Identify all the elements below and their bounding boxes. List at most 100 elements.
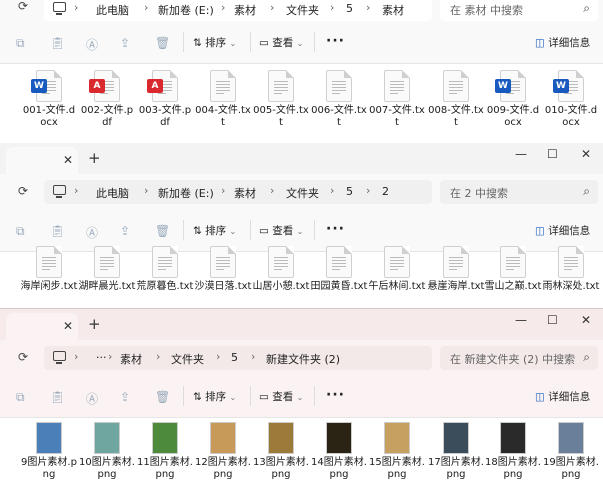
breadcrumb-item[interactable]: 新加卷 (E:)	[158, 185, 214, 201]
tab[interactable]: ✕	[6, 147, 78, 174]
breadcrumb-item[interactable]: 素材	[382, 2, 404, 18]
breadcrumb-item[interactable]: 5	[231, 351, 238, 364]
breadcrumb-item[interactable]: 2	[382, 185, 389, 198]
refresh-icon[interactable]: ⟳	[18, 0, 28, 13]
text-file-icon	[268, 70, 294, 102]
breadcrumb[interactable]: › 此电脑 › 新加卷 (E:) › 素材 › 文件夹 › 5 › 素材	[44, 0, 432, 21]
refresh-icon[interactable]: ⟳	[18, 350, 28, 364]
paste-icon[interactable]: 📋︎	[50, 224, 65, 238]
minimize-icon[interactable]: —	[515, 147, 527, 161]
file-item[interactable]: 悬崖海岸.txt	[427, 246, 485, 293]
file-item[interactable]: 12图片素材.png	[194, 422, 252, 481]
search-input[interactable]: 在 2 中搜索 ⌕	[440, 180, 598, 204]
breadcrumb[interactable]: › ··· › 素材 › 文件夹 › 5 › 新建文件夹 (2)	[44, 346, 432, 370]
close-window-icon[interactable]: ✕	[581, 147, 591, 161]
file-item[interactable]: 海岸闲步.txt	[20, 246, 78, 293]
file-item[interactable]: 沙漠日落.txt	[194, 246, 252, 293]
breadcrumb-overflow[interactable]: ···	[96, 351, 107, 364]
rename-icon[interactable]: Ⓐ	[86, 224, 98, 241]
text-file-icon	[152, 246, 178, 278]
more-options-icon[interactable]: ···	[326, 221, 345, 237]
file-item[interactable]: 005-文件.txt	[252, 70, 310, 129]
breadcrumb-item[interactable]: 此电脑	[96, 2, 129, 18]
search-input[interactable]: 在 素材 中搜索 ⌕	[440, 0, 598, 21]
delete-icon[interactable]: 🗑︎	[155, 224, 170, 238]
sort-button[interactable]: ⇅ 排序 ⌄	[193, 35, 236, 50]
breadcrumb-item[interactable]: 新加卷 (E:)	[158, 2, 214, 18]
file-item[interactable]: 18图片素材.png	[484, 422, 542, 481]
rename-icon[interactable]: Ⓐ	[86, 390, 98, 407]
maximize-icon[interactable]: ☐	[547, 313, 558, 327]
breadcrumb-item[interactable]: 此电脑	[96, 185, 129, 201]
file-item[interactable]: 雨林深处.txt	[542, 246, 600, 293]
share-icon[interactable]: ⇪	[120, 36, 130, 50]
copy-icon[interactable]: ⧉	[16, 390, 25, 405]
file-item[interactable]: W 010-文件.docx	[542, 70, 600, 129]
share-icon[interactable]: ⇪	[120, 390, 130, 404]
breadcrumb-item[interactable]: 素材	[120, 351, 142, 367]
sort-button[interactable]: ⇅ 排序 ⌄	[193, 223, 236, 238]
breadcrumb-item[interactable]: 文件夹	[171, 351, 204, 367]
file-item[interactable]: A 002-文件.pdf	[78, 70, 136, 129]
view-button[interactable]: ▭ 查看 ⌄	[259, 35, 303, 50]
paste-icon[interactable]: 📋︎	[50, 390, 65, 404]
details-pane-button[interactable]: ◫ 详细信息	[535, 35, 590, 50]
close-tab-icon[interactable]: ✕	[63, 319, 73, 333]
file-item[interactable]: 008-文件.txt	[427, 70, 485, 129]
maximize-icon[interactable]: ☐	[547, 147, 558, 161]
delete-icon[interactable]: 🗑︎	[155, 390, 170, 404]
breadcrumb-item[interactable]: 素材	[234, 2, 256, 18]
view-button[interactable]: ▭ 查看 ⌄	[259, 223, 303, 238]
file-item[interactable]: 午后林间.txt	[368, 246, 426, 293]
file-item[interactable]: 15图片素材.png	[368, 422, 426, 481]
copy-icon[interactable]: ⧉	[16, 36, 25, 51]
close-tab-icon[interactable]: ✕	[63, 153, 73, 167]
refresh-icon[interactable]: ⟳	[18, 184, 28, 198]
details-pane-button[interactable]: ◫ 详细信息	[535, 389, 590, 404]
file-item[interactable]: A 003-文件.pdf	[136, 70, 194, 129]
sort-button[interactable]: ⇅ 排序 ⌄	[193, 389, 236, 404]
file-item[interactable]: 10图片素材.png	[78, 422, 136, 481]
file-item[interactable]: W 001-文件.docx	[20, 70, 78, 129]
minimize-icon[interactable]: —	[515, 313, 527, 327]
file-item[interactable]: 14图片素材.png	[310, 422, 368, 481]
search-input[interactable]: 在 新建文件夹 (2) 中搜索 ⌕	[440, 346, 598, 370]
file-item[interactable]: 11图片素材.png	[136, 422, 194, 481]
file-item[interactable]: 006-文件.txt	[310, 70, 368, 129]
new-tab-icon[interactable]: +	[88, 149, 101, 167]
file-name: 15图片素材.png	[369, 457, 425, 480]
rename-icon[interactable]: Ⓐ	[86, 36, 98, 53]
more-options-icon[interactable]: ···	[326, 387, 345, 403]
new-tab-icon[interactable]: +	[88, 315, 101, 333]
share-icon[interactable]: ⇪	[120, 224, 130, 238]
file-item[interactable]: 004-文件.txt	[194, 70, 252, 129]
breadcrumb-item[interactable]: 素材	[234, 185, 256, 201]
file-item[interactable]: 田园黄昏.txt	[310, 246, 368, 293]
copy-icon[interactable]: ⧉	[16, 224, 25, 239]
details-pane-button[interactable]: ◫ 详细信息	[535, 223, 590, 238]
file-item[interactable]: 雪山之巅.txt	[484, 246, 542, 293]
file-item[interactable]: 13图片素材.png	[252, 422, 310, 481]
file-item[interactable]: 19图片素材.png	[542, 422, 600, 481]
file-item[interactable]: 荒原暮色.txt	[136, 246, 194, 293]
delete-icon[interactable]: 🗑︎	[155, 36, 170, 50]
file-item[interactable]: 山居小憩.txt	[252, 246, 310, 293]
breadcrumb-item[interactable]: 文件夹	[286, 2, 319, 18]
file-item[interactable]: 007-文件.txt	[368, 70, 426, 129]
file-name: 17图片素材.png	[428, 457, 484, 480]
view-button[interactable]: ▭ 查看 ⌄	[259, 389, 303, 404]
breadcrumb-item[interactable]: 新建文件夹 (2)	[266, 351, 340, 367]
breadcrumb[interactable]: › 此电脑 › 新加卷 (E:) › 素材 › 文件夹 › 5 › 2	[44, 180, 432, 204]
chevron-right-icon: ›	[221, 1, 226, 14]
more-options-icon[interactable]: ···	[326, 33, 345, 49]
file-item[interactable]: W 009-文件.docx	[484, 70, 542, 129]
breadcrumb-item[interactable]: 5	[346, 185, 353, 198]
file-item[interactable]: 9图片素材.png	[20, 422, 78, 481]
file-item[interactable]: 17图片素材.png	[427, 422, 485, 481]
paste-icon[interactable]: 📋︎	[50, 36, 65, 50]
breadcrumb-item[interactable]: 5	[346, 2, 353, 15]
breadcrumb-item[interactable]: 文件夹	[286, 185, 319, 201]
close-window-icon[interactable]: ✕	[581, 313, 591, 327]
tab[interactable]: ✕	[6, 313, 78, 340]
file-item[interactable]: 湖畔晨光.txt	[78, 246, 136, 293]
